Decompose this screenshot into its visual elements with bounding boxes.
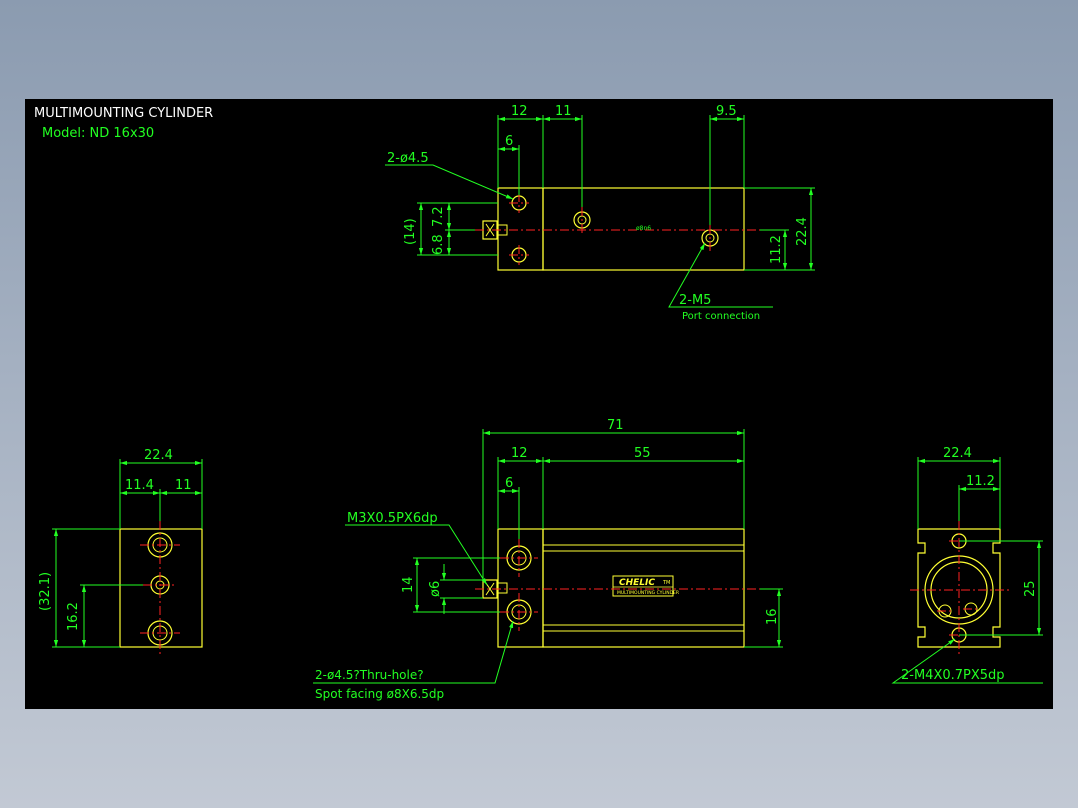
side-view-centerlines	[140, 521, 180, 655]
top-dim-6-8: 6.8	[431, 234, 446, 255]
side-dim-11: 11	[175, 478, 192, 493]
side-view-outline	[119, 528, 203, 648]
top-dim-12: 12	[511, 104, 528, 119]
top-dim-22-4: 22.4	[795, 217, 810, 246]
end-dim-22-4: 22.4	[943, 446, 972, 461]
top-view-dim-text: 12 11 9.5 6 ø8n6 2-ø4.5 2-M5 Port connec…	[387, 104, 810, 322]
front-view-body-outline	[542, 528, 745, 648]
front-view-cap-outline	[497, 528, 544, 648]
cad-drawing-sheet: MULTIMOUNTING CYLINDER Model: ND 16x30 1…	[25, 99, 1053, 709]
front-dim-16: 16	[765, 608, 780, 625]
end-dim-25: 25	[1023, 580, 1038, 597]
top-dim-6: 6	[505, 134, 513, 149]
side-dim-11-4: 11.4	[125, 478, 154, 493]
model-label: Model: ND 16x30	[42, 126, 154, 141]
title-block: MULTIMOUNTING CYLINDER Model: ND 16x30	[34, 106, 213, 141]
end-view-dimensions	[891, 457, 1043, 684]
top-dim-7-2: 7.2	[431, 206, 446, 227]
drawing-title: MULTIMOUNTING CYLINDER	[34, 106, 213, 121]
top-dim-9-5: 9.5	[716, 104, 737, 119]
top-callout-ports-sub: Port connection	[682, 311, 760, 322]
side-dim-32-1: (32.1)	[38, 572, 53, 611]
top-callout-holes: 2-ø4.5	[387, 151, 429, 166]
front-dim-6: 6	[505, 476, 513, 491]
front-callout-holes: 2-ø4.5?Thru-hole?	[315, 668, 424, 682]
front-dim-14: 14	[401, 576, 416, 593]
cad-drawing: MULTIMOUNTING CYLINDER Model: ND 16x30 1…	[34, 104, 1043, 701]
side-dim-22-4: 22.4	[144, 448, 173, 463]
front-callout-spot: Spot facing ø8X6.5dp	[315, 687, 444, 701]
end-view: 22.4 11.2 25 2-M4X0.7PX5dp	[891, 446, 1043, 684]
front-dim-55: 55	[634, 446, 651, 461]
front-view-centerlines	[475, 539, 760, 631]
top-dim-11: 11	[555, 104, 572, 119]
side-dim-16-2: 16.2	[66, 602, 81, 631]
front-callout-thread: M3X0.5PX6dp	[347, 511, 438, 526]
front-dim-phi6: ø6	[428, 581, 443, 597]
nameplate-mark: TM	[662, 580, 670, 586]
nameplate-brand: CHELIC	[619, 578, 655, 588]
top-small-mark: ø8n6	[636, 225, 651, 232]
side-view-dim-text: 22.4 11.4 11 (32.1) 16.2	[38, 448, 192, 631]
top-view-dimensions	[385, 115, 815, 308]
front-view: CHELIC MULTIMOUNTING CYLINDER TM 71 12 5…	[313, 418, 783, 701]
front-view-dim-text: 71 12 55 6 14 ø6 16 M3X0.5PX6dp 2-ø4.5?T…	[315, 418, 780, 701]
end-dim-11-2: 11.2	[966, 474, 995, 489]
top-view-centerlines	[475, 193, 760, 265]
side-view: 22.4 11.4 11 (32.1) 16.2	[38, 448, 203, 655]
top-callout-ports: 2-M5	[679, 293, 711, 308]
top-dim-14: (14)	[403, 218, 418, 245]
top-dim-11-2: 11.2	[769, 235, 784, 264]
nameplate-sub: MULTIMOUNTING CYLINDER	[617, 590, 679, 596]
top-view: 12 11 9.5 6 ø8n6 2-ø4.5 2-M5 Port connec…	[385, 104, 815, 322]
end-callout-thread: 2-M4X0.7PX5dp	[901, 668, 1005, 683]
front-dim-71: 71	[607, 418, 624, 433]
front-view-dimensions	[313, 429, 783, 684]
front-dim-12: 12	[511, 446, 528, 461]
top-view-cap-outline	[497, 187, 544, 271]
